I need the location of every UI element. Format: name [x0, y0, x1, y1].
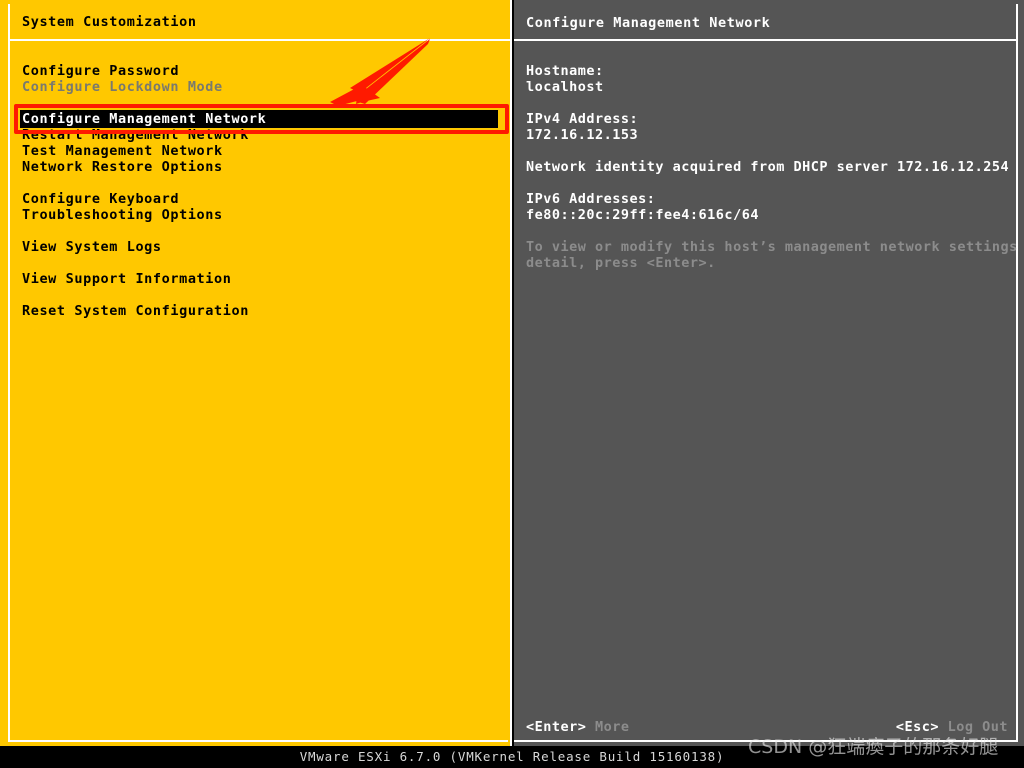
right-panel-title: Configure Management Network	[526, 15, 770, 31]
menu-item-configure-management-network[interactable]: Configure Management Network	[22, 111, 502, 127]
menu-item-configure-lockdown-mode: Configure Lockdown Mode	[22, 79, 502, 95]
help-text-line-1: To view or modify this host’s management…	[526, 239, 1024, 255]
footer-key-hints: <Enter> More <Esc> Log Out	[514, 718, 1018, 736]
hint-escape-action: Log Out	[948, 719, 1008, 735]
ipv4-address-label: IPv4 Address:	[526, 111, 1024, 127]
hint-escape[interactable]: <Esc> Log Out	[896, 718, 1008, 736]
menu-item-view-system-logs[interactable]: View System Logs	[22, 239, 502, 255]
info-gap	[526, 223, 1024, 239]
hint-enter[interactable]: <Enter> More	[526, 718, 630, 736]
info-gap	[526, 95, 1024, 111]
dhcp-source-text: Network identity acquired from DHCP serv…	[526, 159, 1024, 175]
left-panel-title-divider	[10, 39, 510, 41]
hint-escape-key: <Esc>	[896, 719, 939, 735]
version-status-bar: VMware ESXi 6.7.0 (VMKernel Release Buil…	[0, 746, 1024, 768]
ipv6-addresses-label: IPv6 Addresses:	[526, 191, 1024, 207]
system-customization-panel: System Customization Configure Password …	[0, 0, 512, 746]
menu-spacer	[22, 287, 502, 303]
menu-item-configure-keyboard[interactable]: Configure Keyboard	[22, 191, 502, 207]
ipv6-addresses-value: fe80::20c:29ff:fee4:616c/64	[526, 207, 1024, 223]
hostname-label: Hostname:	[526, 63, 1024, 79]
left-panel-title: System Customization	[22, 14, 197, 30]
right-panel-title-divider	[514, 39, 1018, 41]
version-status-text: VMware ESXi 6.7.0 (VMKernel Release Buil…	[0, 746, 1024, 768]
ipv4-address-value: 172.16.12.153	[526, 127, 1024, 143]
menu-item-network-restore-options[interactable]: Network Restore Options	[22, 159, 502, 175]
menu-item-configure-password[interactable]: Configure Password	[22, 63, 502, 79]
management-network-info: Hostname: localhost IPv4 Address: 172.16…	[526, 63, 1024, 271]
info-gap	[526, 143, 1024, 159]
configure-management-network-panel: Configure Management Network Hostname: l…	[514, 0, 1024, 746]
menu-spacer	[22, 255, 502, 271]
menu-item-troubleshooting-options[interactable]: Troubleshooting Options	[22, 207, 502, 223]
system-customization-menu[interactable]: Configure Password Configure Lockdown Mo…	[22, 63, 502, 319]
menu-item-view-support-information[interactable]: View Support Information	[22, 271, 502, 287]
help-text-line-2: detail, press <Enter>.	[526, 255, 1024, 271]
menu-spacer	[22, 175, 502, 191]
hostname-value: localhost	[526, 79, 1024, 95]
menu-spacer	[22, 95, 502, 111]
menu-spacer	[22, 223, 502, 239]
dcui-screen: System Customization Configure Password …	[0, 0, 1024, 768]
info-gap	[526, 175, 1024, 191]
hint-enter-action: More	[595, 719, 630, 735]
menu-item-restart-management-network[interactable]: Restart Management Network	[22, 127, 502, 143]
hint-enter-key: <Enter>	[526, 719, 586, 735]
menu-item-test-management-network[interactable]: Test Management Network	[22, 143, 502, 159]
menu-item-reset-system-configuration[interactable]: Reset System Configuration	[22, 303, 502, 319]
